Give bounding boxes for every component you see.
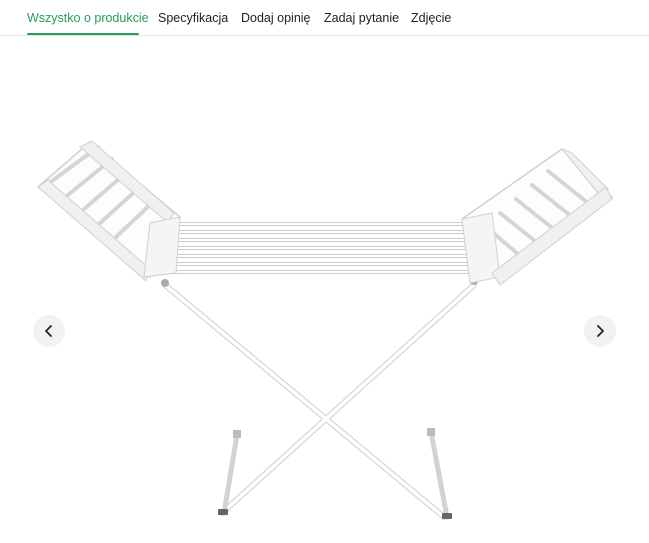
gallery-next-button[interactable] [584, 315, 616, 347]
tab-zadaj-pytanie[interactable]: Zadaj pytanie [324, 0, 399, 36]
tab-dodaj-opinie[interactable]: Dodaj opinię [241, 0, 311, 36]
product-image[interactable] [0, 37, 649, 543]
tab-wszystko-o-produkcie[interactable]: Wszystko o produkcie [27, 0, 149, 36]
chevron-left-icon [45, 325, 52, 337]
active-tab-indicator [27, 33, 139, 35]
gallery-prev-button[interactable] [33, 315, 65, 347]
product-gallery [0, 37, 649, 543]
tab-zdjecie[interactable]: Zdjęcie [411, 0, 451, 36]
tab-specyfikacja[interactable]: Specyfikacja [158, 0, 228, 36]
chevron-right-icon [597, 325, 604, 337]
product-tabs: Wszystko o produkcie Specyfikacja Dodaj … [0, 0, 649, 36]
